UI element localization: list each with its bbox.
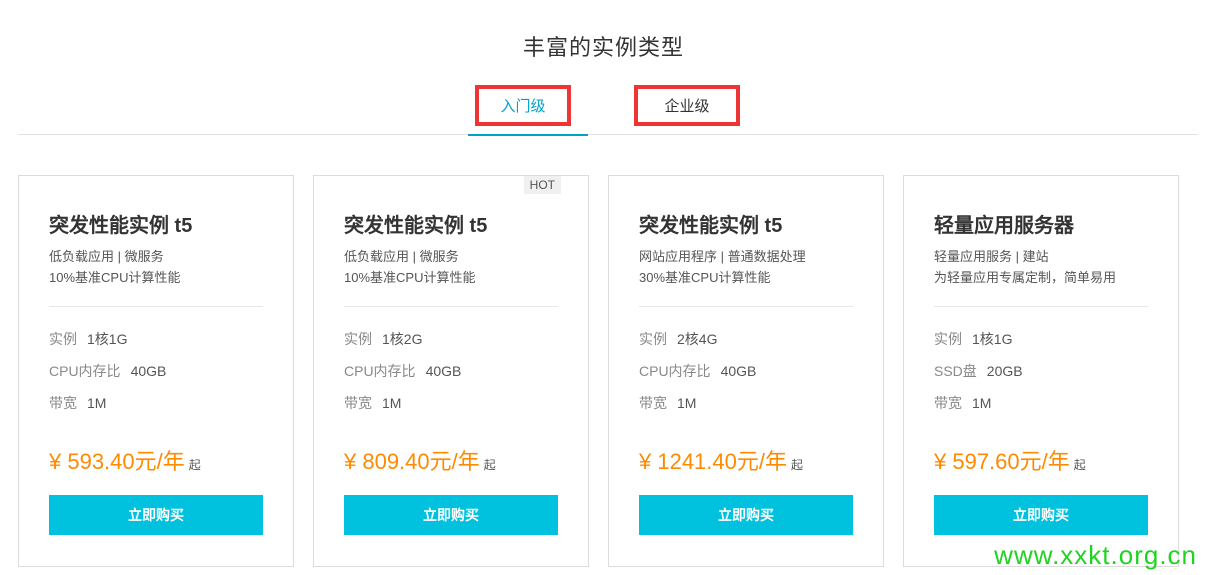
spec-value: 1核1G xyxy=(972,331,1013,347)
buy-now-button[interactable]: 立即购买 xyxy=(639,495,853,535)
price-amount: ¥ 597.60元/年 xyxy=(934,449,1070,474)
watermark: www.xxkt.org.cn xyxy=(994,540,1197,570)
spec-row: 带宽 1M xyxy=(934,393,1023,425)
buy-now-button[interactable]: 立即购买 xyxy=(934,495,1148,535)
instance-card: HOT 突发性能实例 t5 低负载应用 | 微服务 10%基准CPU计算性能 实… xyxy=(313,175,589,567)
divider xyxy=(934,306,1148,307)
spec-value: 1M xyxy=(677,395,697,411)
card-title: 突发性能实例 t5 xyxy=(49,215,193,237)
spec-list: 实例 1核1G SSD盘 20GB 带宽 1M xyxy=(934,329,1023,425)
spec-label: 实例 xyxy=(344,331,372,347)
instance-tabs: 入门级 企业级 xyxy=(18,84,1198,136)
price-suffix: 起 xyxy=(188,458,201,472)
spec-value: 40GB xyxy=(130,363,167,379)
buy-now-button[interactable]: 立即购买 xyxy=(344,495,558,535)
card-description: 低负载应用 | 微服务 10%基准CPU计算性能 xyxy=(49,246,180,288)
card-desc-line: 为轻量应用专属定制，简单易用 xyxy=(934,270,1117,285)
spec-value: 1M xyxy=(972,395,992,411)
divider xyxy=(344,306,558,307)
buy-now-button[interactable]: 立即购买 xyxy=(49,495,263,535)
spec-label: SSD盘 xyxy=(934,363,977,379)
divider xyxy=(639,306,853,307)
tab-highlight-box: 入门级 xyxy=(475,85,571,126)
spec-row: 实例 1核1G xyxy=(49,329,166,361)
price-amount: ¥ 809.40元/年 xyxy=(344,449,480,474)
price: ¥ 1241.40元/年起 xyxy=(639,444,803,476)
spec-label: 实例 xyxy=(934,331,962,347)
card-title: 轻量应用服务器 xyxy=(934,215,1074,237)
instance-card: 轻量应用服务器 轻量应用服务 | 建站 为轻量应用专属定制，简单易用 实例 1核1… xyxy=(903,175,1179,567)
spec-row: 带宽 1M xyxy=(49,393,166,425)
card-title: 突发性能实例 t5 xyxy=(639,215,783,237)
instance-card: 突发性能实例 t5 低负载应用 | 微服务 10%基准CPU计算性能 实例 1核1… xyxy=(18,175,294,567)
spec-value: 1M xyxy=(87,395,107,411)
spec-value: 1核2G xyxy=(382,331,423,347)
spec-value: 40GB xyxy=(720,363,757,379)
card-desc-line: 低负载应用 | 微服务 xyxy=(49,249,164,264)
spec-row: CPU内存比 40GB xyxy=(639,361,756,393)
price-suffix: 起 xyxy=(1073,458,1086,472)
instance-card: 突发性能实例 t5 网站应用程序 | 普通数据处理 30%基准CPU计算性能 实… xyxy=(608,175,884,567)
tab-label: 入门级 xyxy=(500,98,546,115)
card-description: 轻量应用服务 | 建站 为轻量应用专属定制，简单易用 xyxy=(934,246,1116,288)
spec-list: 实例 1核2G CPU内存比 40GB 带宽 1M xyxy=(344,329,461,425)
spec-row: SSD盘 20GB xyxy=(934,361,1023,393)
tab-entry-level[interactable]: 入门级 xyxy=(468,84,588,136)
spec-label: 带宽 xyxy=(344,395,372,411)
card-desc-line: 低负载应用 | 微服务 xyxy=(344,249,459,264)
spec-label: 带宽 xyxy=(639,395,667,411)
price-suffix: 起 xyxy=(791,458,804,472)
card-desc-line: 网站应用程序 | 普通数据处理 xyxy=(639,249,806,264)
active-tab-underline xyxy=(468,134,588,136)
spec-value: 40GB xyxy=(425,363,462,379)
spec-label: 带宽 xyxy=(934,395,962,411)
price-amount: ¥ 1241.40元/年 xyxy=(639,449,787,474)
tab-label: 企业级 xyxy=(664,98,710,115)
spec-label: CPU内存比 xyxy=(49,363,121,379)
divider xyxy=(49,306,263,307)
spec-list: 实例 2核4G CPU内存比 40GB 带宽 1M xyxy=(639,329,756,425)
price: ¥ 809.40元/年起 xyxy=(344,444,496,476)
spec-row: 带宽 1M xyxy=(639,393,756,425)
spec-value: 1核1G xyxy=(87,331,128,347)
spec-row: 实例 2核4G xyxy=(639,329,756,361)
card-desc-line: 10%基准CPU计算性能 xyxy=(49,270,181,285)
card-description: 低负载应用 | 微服务 10%基准CPU计算性能 xyxy=(344,246,475,288)
spec-label: CPU内存比 xyxy=(639,363,711,379)
price: ¥ 597.60元/年起 xyxy=(934,444,1086,476)
spec-label: CPU内存比 xyxy=(344,363,416,379)
hot-badge: HOT xyxy=(523,176,561,194)
spec-row: 实例 1核1G xyxy=(934,329,1023,361)
spec-row: 带宽 1M xyxy=(344,393,461,425)
card-desc-line: 10%基准CPU计算性能 xyxy=(344,270,476,285)
spec-row: CPU内存比 40GB xyxy=(49,361,166,393)
spec-row: 实例 1核2G xyxy=(344,329,461,361)
card-title: 突发性能实例 t5 xyxy=(344,215,488,237)
card-desc-line: 轻量应用服务 | 建站 xyxy=(934,249,1049,264)
page-title: 丰富的实例类型 xyxy=(522,35,684,60)
spec-list: 实例 1核1G CPU内存比 40GB 带宽 1M xyxy=(49,329,166,425)
card-description: 网站应用程序 | 普通数据处理 30%基准CPU计算性能 xyxy=(639,246,806,288)
spec-value: 2核4G xyxy=(677,331,718,347)
card-desc-line: 30%基准CPU计算性能 xyxy=(639,270,771,285)
price-amount: ¥ 593.40元/年 xyxy=(49,449,185,474)
spec-label: 实例 xyxy=(639,331,667,347)
spec-value: 1M xyxy=(382,395,402,411)
spec-label: 实例 xyxy=(49,331,77,347)
spec-value: 20GB xyxy=(986,363,1023,379)
tab-highlight-box: 企业级 xyxy=(634,85,740,126)
tab-enterprise[interactable]: 企业级 xyxy=(634,84,740,135)
spec-row: CPU内存比 40GB xyxy=(344,361,461,393)
price-suffix: 起 xyxy=(483,458,496,472)
spec-label: 带宽 xyxy=(49,395,77,411)
price: ¥ 593.40元/年起 xyxy=(49,444,201,476)
